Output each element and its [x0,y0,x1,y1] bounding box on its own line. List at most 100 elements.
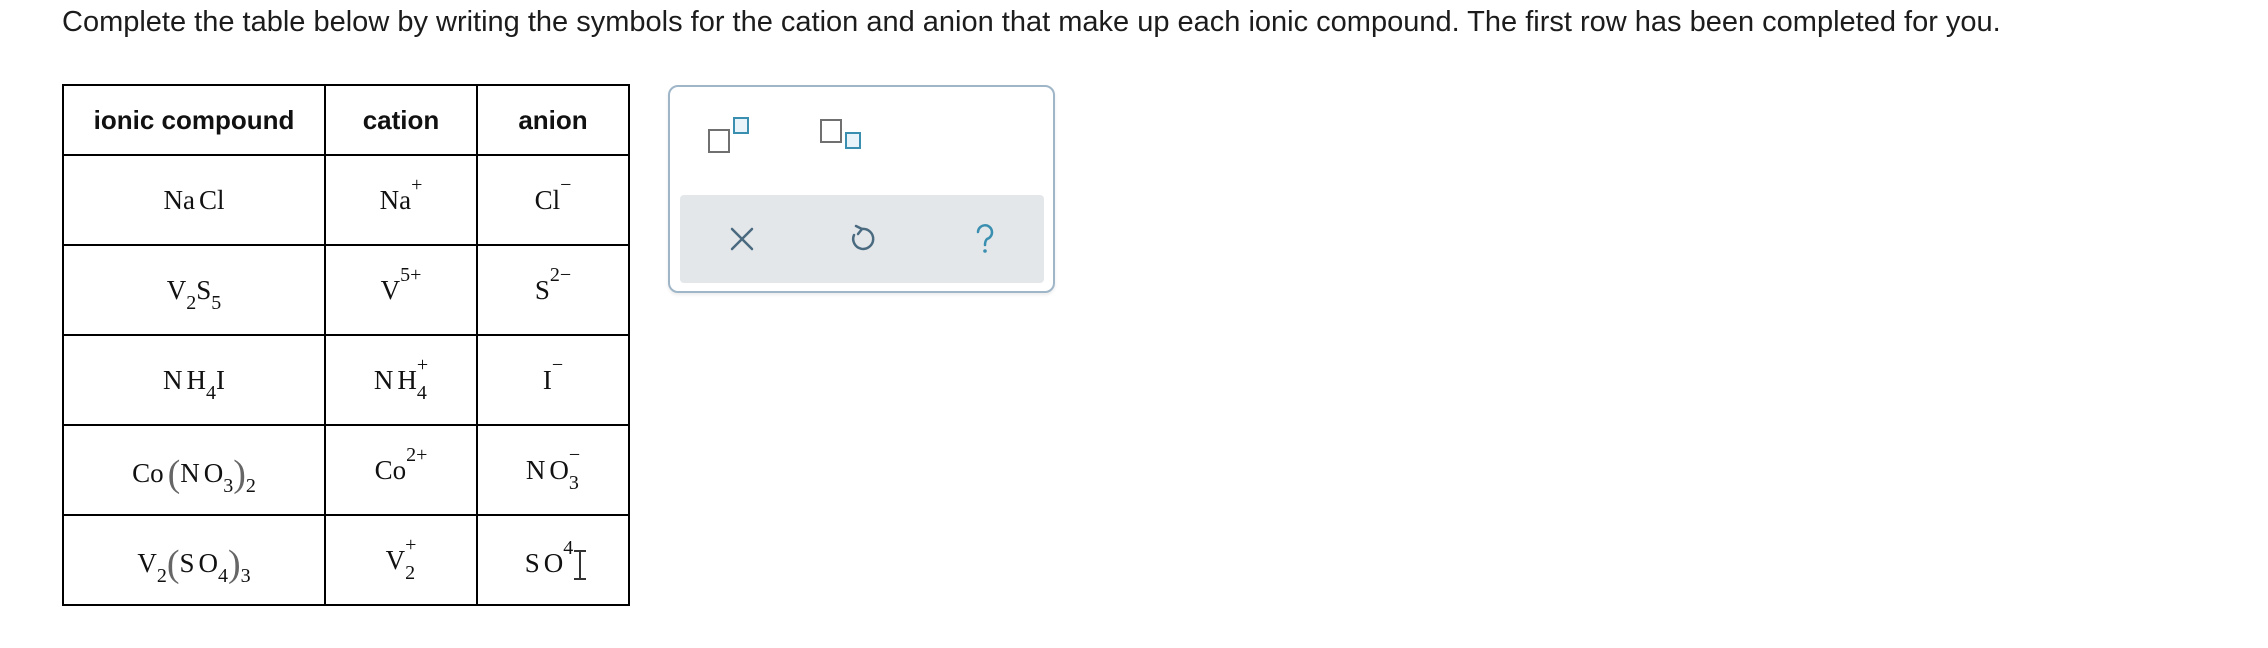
element-symbol: N [373,364,394,395]
subscript: 4 [218,565,229,587]
charge-superscript: 4 [563,536,574,559]
element-symbol: Co [132,458,164,488]
charge-superscript: − [568,443,581,466]
superscript-box-icon [733,117,749,134]
element-symbol: V [166,274,187,305]
element-symbol: H [397,364,417,395]
open-paren: ( [166,543,180,585]
cation-cell[interactable]: V2 + [324,514,478,606]
cation-answer[interactable]: N H4 + [373,355,428,403]
anion-answer[interactable]: I− [542,355,563,395]
compound-formula: Na Cl [163,184,225,215]
charge-superscript: 2+ [406,443,428,466]
element-symbol: O [198,548,219,578]
open-paren: ( [167,453,181,495]
header-ionic-compound: ionic compound [62,84,326,156]
cation-cell[interactable]: N H4 + [324,334,478,426]
cation-answer[interactable]: V2 + [385,535,417,583]
anion-cell[interactable]: N O3 − [476,424,630,516]
subscript: 2 [245,475,256,497]
clear-button[interactable] [720,217,764,261]
subscript: 5 [211,291,222,314]
close-paren: ) [228,543,241,585]
header-anion: anion [476,84,630,156]
compound-formula: N H4I [163,364,225,403]
compound-cell: V2S5 [62,244,326,336]
header-cation: cation [324,84,478,156]
charge-superscript: + [411,173,423,196]
cation-formula: Na+ [379,175,423,215]
element-symbol: S [179,548,195,578]
table-row: Na Cl Na+ Cl− [62,154,630,246]
anion-answer[interactable]: S O4 [524,538,587,580]
element-symbol: S [196,274,212,305]
ionic-compound-table: ionic compound cation anion Na Cl Na+ Cl− [62,84,630,606]
subscript-template-button[interactable] [820,115,880,165]
anion-cell[interactable]: S O4 [476,514,630,606]
cation-cell[interactable]: V5+ [324,244,478,336]
charge-superscript: + [416,353,429,376]
anion-cell[interactable]: S2− [476,244,630,336]
anion-cell: Cl− [476,154,630,246]
charge-superscript: 5+ [400,263,422,286]
undo-icon [852,224,875,251]
table-row: Co (N O3)2 Co2+ N O3− [62,424,630,516]
element-symbol: Cl [198,184,225,215]
element-symbol: N [163,364,183,395]
table-row: V2S5 V5+ S2− [62,244,630,336]
element-symbol: V [385,544,406,575]
compound-formula: V2S5 [166,274,222,313]
charge-superscript: + [405,533,417,556]
element-symbol: V [380,274,401,305]
compound-cell: N H4I [62,334,326,426]
anion-formula: Cl− [535,175,572,214]
subscript: 3 [223,475,234,497]
subscript: 2 [186,291,197,314]
question-icon [976,224,994,253]
base-box-icon [820,119,842,143]
charge-superscript: − [551,353,564,376]
element-symbol: S [534,274,550,305]
cation-cell[interactable]: Co2+ [324,424,478,516]
subscript: 4 [206,381,216,404]
help-button[interactable] [963,217,1007,261]
subscript: 3 [568,471,579,494]
compound-cell: Co (N O3)2 [62,424,326,516]
compound-formula: V2(S O4)3 [137,541,250,586]
element-symbol: O [549,454,569,485]
table-row: N H4I N H4+ I− [62,334,630,426]
subscript: 2 [156,565,167,587]
answer-palette [668,85,1055,293]
element-symbol: O [543,547,564,578]
anion-answer[interactable]: N O3 − [525,445,580,493]
subscript: 3 [240,565,251,587]
element-symbol: I [216,364,225,395]
element-symbol: I [542,364,552,395]
palette-action-bar [680,195,1044,283]
element-symbol: S [524,547,540,578]
subscript: 2 [405,561,416,584]
undo-button[interactable] [840,217,884,261]
close-paren: ) [233,453,246,495]
instructions-text: Complete the table below by writing the … [62,6,2001,38]
text-cursor-icon [574,549,587,580]
compound-formula: Co (N O3)2 [132,451,256,496]
subscript: 4 [416,381,427,404]
cation-answer[interactable]: Co2+ [375,445,428,484]
anion-cell[interactable]: I− [476,334,630,426]
element-symbol: N [180,458,200,488]
anion-answer[interactable]: S2− [534,265,571,305]
table-row: V2(S O4)3 V2+ S O4 [62,514,630,606]
page: Complete the table below by writing the … [0,0,2268,648]
element-symbol: N [525,454,546,485]
superscript-template-button[interactable] [708,115,768,165]
element-symbol: H [186,364,207,395]
close-icon [730,227,754,251]
compound-cell: V2(S O4)3 [62,514,326,606]
element-symbol: O [203,458,224,488]
base-box-icon [708,129,730,153]
element-symbol: Na [379,184,412,215]
cation-answer[interactable]: V5+ [380,265,422,305]
cation-cell: Na+ [324,154,478,246]
element-symbol: Na [163,184,195,215]
